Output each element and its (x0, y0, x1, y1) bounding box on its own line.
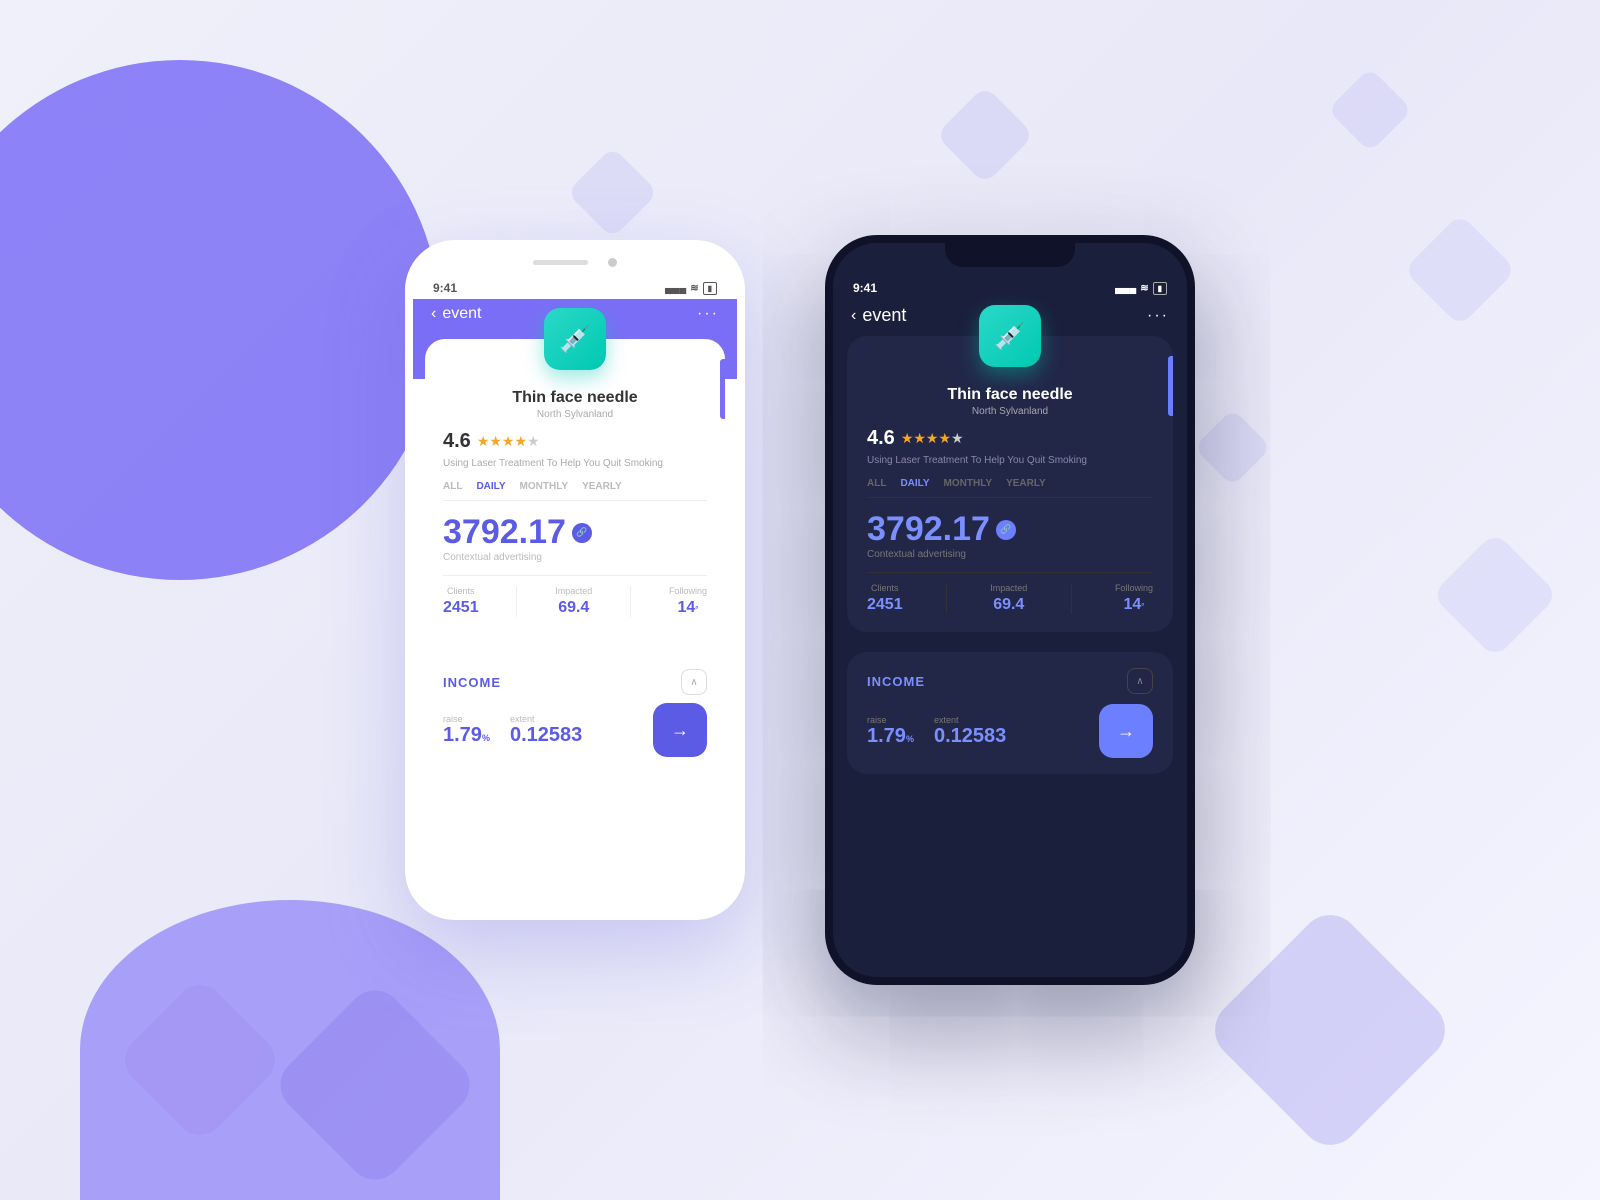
stat-clients-light: Clients 2451 (443, 586, 479, 617)
card-title-dark: Thin face needle (867, 386, 1153, 404)
income-header-light: INCOME ∧ (443, 669, 707, 695)
big-number-light: 3792.17 🔗 (443, 513, 707, 552)
card-subtitle-dark: North Sylvanland (867, 406, 1153, 417)
income-extent-light: extent 0.12583 (510, 714, 582, 747)
speaker-light (533, 260, 588, 265)
tabs-dark: ALL DAILY MONTHLY YEARLY (867, 478, 1153, 498)
rating-row-light: 4.6 ★★★★★ (443, 430, 707, 453)
nav-dots-light[interactable]: ··· (697, 305, 719, 323)
stat-divider-2-dark (1071, 583, 1072, 614)
wifi-icon-dark: ≋ (1140, 283, 1148, 294)
stat-impacted-dark: Impacted 69.4 (990, 583, 1027, 614)
notch-dark (945, 243, 1075, 267)
main-card-dark: 💉 Thin face needle North Sylvanland 4.6 … (847, 336, 1173, 632)
tabs-light: ALL DAILY MONTHLY YEARLY (443, 481, 707, 501)
battery-icon-light: ▮ (703, 282, 717, 295)
card-accent-bar-light (720, 359, 725, 419)
battery-icon-dark: ▮ (1153, 282, 1167, 295)
stat-divider-1-dark (946, 583, 947, 614)
tab-daily-dark[interactable]: DAILY (900, 478, 929, 489)
caret-up-light[interactable]: ∧ (681, 669, 707, 695)
income-title-light: INCOME (443, 675, 501, 690)
link-icon-dark: 🔗 (996, 520, 1016, 540)
main-card-light: 💉 Thin face needle North Sylvanland 4.6 … (425, 339, 725, 635)
stat-divider-1-light (516, 586, 517, 617)
time-dark: 9:41 (853, 281, 877, 295)
card-subtitle-light: North Sylvanland (443, 409, 707, 420)
syringe-icon-light: 💉 (559, 324, 591, 355)
tab-yearly-light[interactable]: YEARLY (582, 481, 622, 492)
signal-icon-light: ▄▄▄ (665, 283, 686, 294)
arrow-btn-dark[interactable]: → (1099, 704, 1153, 758)
nav-back-dark[interactable]: ‹ event (851, 305, 906, 326)
income-card-light: INCOME ∧ raise 1.79% extent 0.12583 → (425, 655, 725, 771)
big-number-value-light: 3792.17 (443, 513, 566, 552)
tab-monthly-light[interactable]: MONTHLY (520, 481, 569, 492)
phone-light: 9:41 ▄▄▄ ≋ ▮ ‹ event ··· (405, 240, 745, 920)
camera-light (608, 258, 617, 267)
tab-daily-light[interactable]: DAILY (476, 481, 505, 492)
back-arrow-dark: ‹ (851, 307, 856, 325)
signal-icon-dark: ▄▄▄ (1115, 283, 1136, 294)
caret-up-dark[interactable]: ∧ (1127, 668, 1153, 694)
stats-row-light: Clients 2451 Impacted 69.4 Following (443, 575, 707, 617)
rating-desc-dark: Using Laser Treatment To Help You Quit S… (867, 454, 1153, 468)
arrow-btn-light[interactable]: → (653, 703, 707, 757)
rating-number-dark: 4.6 (867, 427, 895, 450)
rating-desc-light: Using Laser Treatment To Help You Quit S… (443, 457, 707, 471)
icon-badge-dark: 💉 (979, 305, 1041, 367)
contextual-label-dark: Contextual advertising (867, 549, 1153, 560)
income-raise-dark: raise 1.79% (867, 715, 914, 748)
income-header-dark: INCOME ∧ (867, 668, 1153, 694)
card-accent-bar-dark (1168, 356, 1173, 416)
wifi-icon-light: ≋ (690, 283, 698, 294)
status-bar-dark: 9:41 ▄▄▄ ≋ ▮ (833, 271, 1187, 299)
tab-monthly-dark[interactable]: MONTHLY (944, 478, 993, 489)
income-card-dark: INCOME ∧ raise 1.79% extent 0.12583 → (847, 652, 1173, 774)
status-bar-light: 9:41 ▄▄▄ ≋ ▮ (413, 271, 737, 299)
back-arrow-light: ‹ (431, 305, 436, 323)
stars-dark: ★★★★★ (901, 430, 964, 447)
card-title-light: Thin face needle (443, 389, 707, 407)
link-icon-light: 🔗 (572, 523, 592, 543)
rating-number-light: 4.6 (443, 430, 471, 453)
contextual-label-light: Contextual advertising (443, 552, 707, 563)
nav-dots-dark[interactable]: ··· (1147, 307, 1169, 325)
income-extent-dark: extent 0.12583 (934, 715, 1006, 748)
nav-title-dark: event (862, 305, 906, 326)
status-icons-light: ▄▄▄ ≋ ▮ (665, 282, 717, 295)
tab-all-dark[interactable]: ALL (867, 478, 886, 489)
big-number-value-dark: 3792.17 (867, 510, 990, 549)
phone-dark: 9:41 ▄▄▄ ≋ ▮ ‹ event ··· (825, 235, 1195, 985)
income-title-dark: INCOME (867, 674, 925, 689)
syringe-icon-dark: 💉 (994, 321, 1026, 352)
stat-divider-2-light (630, 586, 631, 617)
tab-yearly-dark[interactable]: YEARLY (1006, 478, 1046, 489)
stat-impacted-light: Impacted 69.4 (555, 586, 592, 617)
icon-badge-light: 💉 (544, 308, 606, 370)
phones-container: 9:41 ▄▄▄ ≋ ▮ ‹ event ··· (0, 0, 1600, 1200)
big-number-dark: 3792.17 🔗 (867, 510, 1153, 549)
time-light: 9:41 (433, 281, 457, 295)
tab-all-light[interactable]: ALL (443, 481, 462, 492)
nav-back-light[interactable]: ‹ event (431, 305, 481, 323)
income-data-dark: raise 1.79% extent 0.12583 → (867, 704, 1153, 758)
stat-clients-dark: Clients 2451 (867, 583, 903, 614)
status-icons-dark: ▄▄▄ ≋ ▮ (1115, 282, 1167, 295)
stat-following-light: Following 14° (669, 586, 707, 617)
stat-following-dark: Following 14° (1115, 583, 1153, 614)
income-data-light: raise 1.79% extent 0.12583 → (443, 703, 707, 757)
income-raise-light: raise 1.79% (443, 714, 490, 747)
stars-light: ★★★★★ (477, 433, 540, 450)
stats-row-dark: Clients 2451 Impacted 69.4 Following (867, 572, 1153, 614)
background-scene: 9:41 ▄▄▄ ≋ ▮ ‹ event ··· (0, 0, 1600, 1200)
nav-title-light: event (442, 305, 481, 323)
rating-row-dark: 4.6 ★★★★★ (867, 427, 1153, 450)
